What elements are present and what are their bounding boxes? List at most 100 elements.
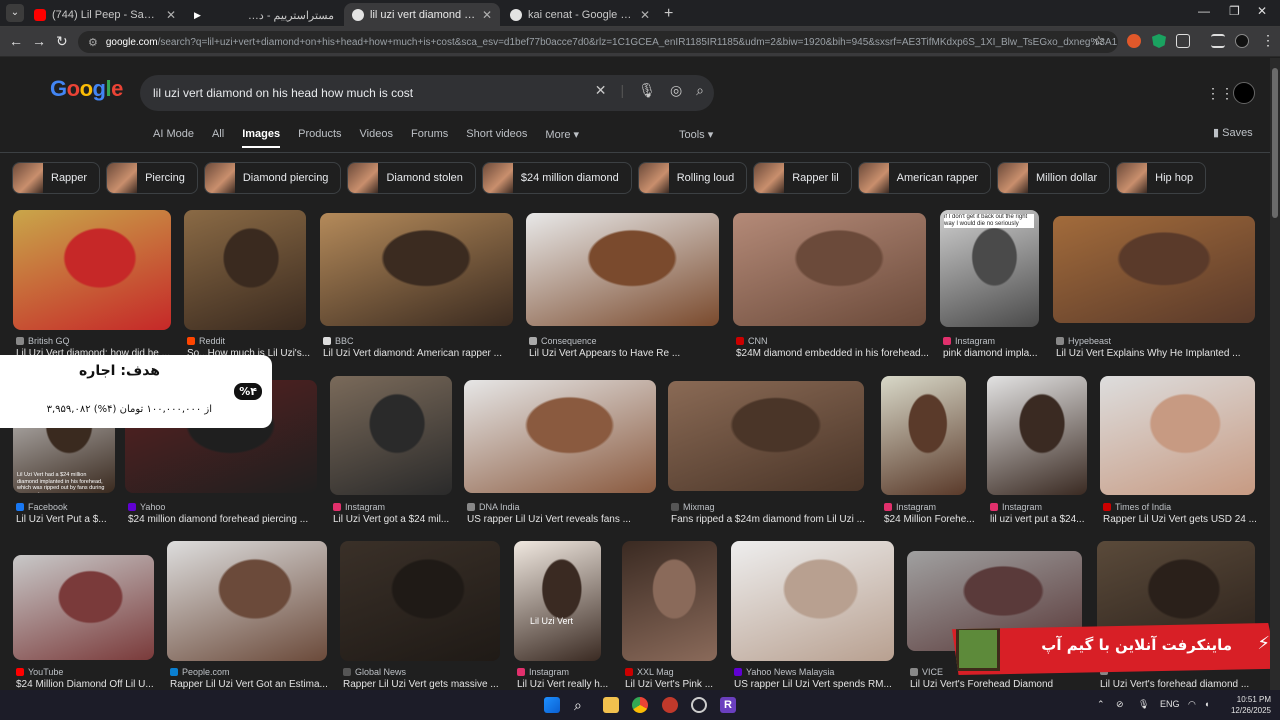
result-title[interactable]: lil uzi vert put a $24...	[990, 514, 1110, 525]
browser-tab-kai-cenat[interactable]: kai cenat - Google Search ✕	[502, 3, 658, 27]
result-thumbnail[interactable]	[340, 541, 500, 661]
result-thumbnail[interactable]	[1100, 376, 1255, 495]
result-thumbnail[interactable]	[184, 210, 306, 330]
browser-tab-media[interactable]: ▶	[186, 3, 236, 27]
result-thumbnail[interactable]	[13, 555, 154, 660]
file-explorer-icon[interactable]	[603, 697, 619, 713]
tab-forums[interactable]: Forums	[411, 128, 448, 148]
result-title[interactable]: Lil Uzi Vert Explains Why He Implanted .…	[1056, 348, 1269, 359]
back-arrow-icon[interactable]: ←	[9, 33, 23, 49]
tab-more[interactable]: More ▾	[545, 128, 579, 148]
result-thumbnail[interactable]	[13, 210, 171, 330]
result-title[interactable]: Lil Uzi Vert's forehead diamond ...	[1100, 679, 1269, 690]
tab-images[interactable]: Images	[242, 128, 281, 148]
chrome-icon[interactable]	[632, 697, 648, 713]
google-logo[interactable]: Google	[50, 76, 123, 102]
network-icon[interactable]: ◠	[1188, 699, 1196, 710]
scrollbar-thumb[interactable]	[1272, 68, 1278, 218]
result-thumbnail[interactable]	[622, 541, 717, 661]
address-bar[interactable]: ⚙ google.com/search?q=lil+uzi+vert+diamo…	[78, 31, 1118, 53]
result-thumbnail[interactable]	[1053, 216, 1255, 323]
app-icon[interactable]	[662, 697, 678, 713]
result-source[interactable]: Instagram	[943, 336, 995, 346]
browser-tab-current[interactable]: lil uzi vert diamond on his head ✕	[344, 3, 500, 27]
result-title[interactable]: Lil Uzi Vert Appears to Have Re ...	[529, 348, 742, 359]
chip-diamond-stolen[interactable]: Diamond stolen	[347, 162, 476, 194]
result-title[interactable]: Lil Uzi Vert's Forehead Diamond	[910, 679, 1105, 690]
result-source[interactable]: Consequence	[529, 336, 597, 346]
result-thumbnail[interactable]	[668, 381, 864, 491]
result-title[interactable]: Lil Uzi Vert really h...	[517, 679, 637, 690]
result-thumbnail[interactable]	[167, 541, 327, 661]
lens-camera-icon[interactable]: ◎	[670, 82, 682, 99]
result-title[interactable]: Fans ripped a $24m diamond from Lil Uzi …	[671, 514, 887, 525]
system-clock[interactable]: 10:51 PM 12/26/2025	[1223, 694, 1271, 716]
result-thumbnail[interactable]	[987, 376, 1087, 495]
chip-rapper-lil[interactable]: Rapper lil	[753, 162, 852, 194]
result-source[interactable]: Times of India	[1103, 502, 1171, 512]
result-thumbnail[interactable]	[733, 213, 926, 326]
result-title[interactable]: $24 million diamond forehead piercing ..…	[128, 514, 340, 525]
tools-button[interactable]: Tools ▾	[679, 128, 713, 141]
menu-dots-icon[interactable]: ⋮	[1261, 32, 1275, 49]
result-source[interactable]: Facebook	[16, 502, 68, 512]
close-tab-icon[interactable]: ✕	[166, 8, 176, 22]
shield-icon[interactable]	[1152, 34, 1166, 48]
chip-rapper[interactable]: Rapper	[12, 162, 101, 194]
result-source[interactable]: CNN	[736, 336, 768, 346]
language-indicator[interactable]: ENG	[1160, 699, 1180, 709]
page-scrollbar[interactable]	[1270, 58, 1280, 690]
search-input[interactable]: lil uzi vert diamond on his head how muc…	[140, 75, 714, 111]
r-app-icon[interactable]: R	[720, 697, 736, 713]
microphone-icon[interactable]: 🎙	[638, 82, 656, 99]
tray-mic-icon[interactable]: 🎙	[1138, 699, 1149, 710]
profile-avatar[interactable]	[1235, 34, 1249, 48]
result-source[interactable]: Instagram	[333, 502, 385, 512]
obs-icon[interactable]	[691, 697, 707, 713]
result-title[interactable]: $24 Million Diamond Off Lil U...	[16, 679, 177, 690]
result-title[interactable]: Rapper Lil Uzi Vert gets massive ...	[343, 679, 523, 690]
result-source[interactable]: Mixmag	[671, 502, 715, 512]
result-thumbnail[interactable]: if I don't get it back out the right way…	[940, 210, 1039, 327]
maximize-icon[interactable]: ❐	[1229, 4, 1240, 18]
result-source[interactable]: Reddit	[187, 336, 225, 346]
result-source[interactable]: BBC	[323, 336, 354, 346]
result-title[interactable]: Rapper Lil Uzi Vert Got an Estima...	[170, 679, 350, 690]
chip-million-dollar[interactable]: Million dollar	[997, 162, 1111, 194]
apps-grid-icon[interactable]: ⋮⋮	[1206, 85, 1234, 102]
result-source[interactable]: VICE	[910, 667, 943, 677]
result-source[interactable]: Yahoo	[128, 502, 165, 512]
result-thumbnail[interactable]	[330, 376, 452, 495]
result-thumbnail[interactable]: Lil Uzi Vert	[514, 541, 601, 661]
search-icon[interactable]: ⌕	[696, 82, 704, 99]
tab-ai-mode[interactable]: AI Mode	[153, 128, 194, 148]
clear-search-icon[interactable]: ✕	[595, 82, 607, 99]
result-title[interactable]: $24 Million Forehe...	[884, 514, 1004, 525]
close-window-icon[interactable]: ✕	[1257, 4, 1267, 18]
close-tab-icon[interactable]: ✕	[640, 8, 650, 22]
chip-24-million-diamond[interactable]: $24 million diamond	[481, 162, 632, 194]
bookmark-star-icon[interactable]: ☆	[1093, 33, 1105, 49]
result-source[interactable]: DNA India	[467, 502, 520, 512]
windows-start-icon[interactable]	[544, 697, 560, 713]
browser-tab-youtube[interactable]: (744) Lil Peep - Save That Shit ( ✕	[26, 3, 184, 27]
tab-videos[interactable]: Videos	[360, 128, 393, 148]
result-title[interactable]: $24M diamond embedded in his forehead...	[736, 348, 949, 359]
result-thumbnail[interactable]	[320, 213, 513, 326]
chip-piercing[interactable]: Piercing	[106, 162, 198, 194]
search-icon[interactable]: ⌕	[574, 697, 590, 713]
minimize-icon[interactable]: —	[1198, 4, 1210, 18]
forward-arrow-icon[interactable]: →	[32, 33, 46, 49]
result-thumbnail[interactable]	[731, 541, 894, 661]
result-thumbnail[interactable]	[526, 213, 719, 326]
tray-chevron-icon[interactable]: ⌃	[1097, 699, 1105, 710]
saves-button[interactable]: ▮ Saves	[1213, 126, 1253, 139]
result-source[interactable]: Hypebeast	[1056, 336, 1111, 346]
result-source[interactable]: Global News	[343, 667, 406, 677]
site-info-icon[interactable]: ⚙	[88, 36, 98, 49]
result-title[interactable]: Lil Uzi Vert got a $24 mil...	[333, 514, 475, 525]
result-title[interactable]: Lil Uzi Vert diamond: American rapper ..…	[323, 348, 536, 359]
result-source[interactable]: British GQ	[16, 336, 70, 346]
puzzle-icon[interactable]	[1176, 34, 1190, 48]
chip-rolling-loud[interactable]: Rolling loud	[637, 162, 748, 194]
